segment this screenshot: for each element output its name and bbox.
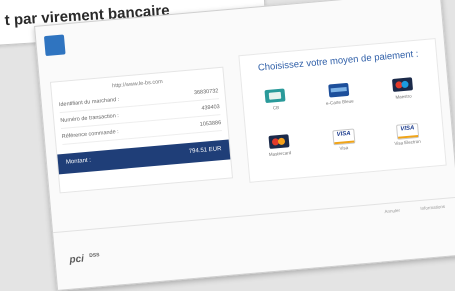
payment-option-visa-electron[interactable]: VISA Visa Electron: [384, 122, 431, 160]
e-carte-bleue-icon: [328, 82, 350, 98]
transaction-number-label: Numéro de transaction :: [60, 112, 120, 125]
dss-badge-text: DSS: [88, 252, 100, 260]
payment-option-maestro[interactable]: Maestro: [380, 76, 427, 114]
payment-option-mastercard[interactable]: Mastercard: [257, 133, 304, 171]
maestro-icon: [391, 77, 414, 92]
payment-methods-title: Choisissez votre moyen de paiement :: [257, 48, 419, 74]
cancel-link[interactable]: Annuler: [384, 208, 400, 214]
payment-methods-panel: Choisissez votre moyen de paiement : CB …: [238, 38, 447, 183]
payment-option-label: e-Carte Bleue: [325, 98, 354, 106]
cb-card-icon: [264, 88, 286, 104]
payment-option-visa[interactable]: VISA Visa: [320, 128, 367, 166]
amount-value: 794.51 EUR: [188, 146, 222, 155]
merchant-id-value: 36830732: [193, 88, 219, 97]
payment-option-label: Visa: [339, 145, 349, 151]
payment-option-cb[interactable]: CB: [253, 87, 300, 125]
payment-option-label: CB: [272, 104, 280, 111]
visa-icon: VISA: [332, 128, 356, 146]
payment-option-e-carte-bleue[interactable]: e-Carte Bleue: [316, 82, 363, 120]
payment-option-label: Mastercard: [268, 150, 292, 158]
amount-bar: Montant : 794.51 EUR: [57, 139, 231, 175]
information-link[interactable]: Informations: [420, 204, 445, 211]
footer-divider: [53, 196, 455, 234]
amount-label: Montant :: [65, 157, 92, 166]
pci-dss-badge: pci DSS: [69, 252, 100, 267]
order-reference-value: 1053886: [199, 120, 222, 128]
payment-option-label: Visa Electron: [394, 138, 421, 147]
payment-option-label: Maestro: [395, 93, 412, 100]
transaction-number-value: 439403: [201, 104, 221, 112]
pci-badge-text: pci: [69, 253, 85, 266]
visa-electron-icon: VISA: [395, 122, 420, 140]
order-summary-panel: http://www.le-bs.com Identifiant du marc…: [49, 66, 234, 194]
mastercard-icon: [268, 134, 290, 149]
order-reference-label: Référence commande :: [61, 129, 119, 140]
bank-logo-icon: [43, 34, 66, 57]
payment-window: http://www.le-bs.com Identifiant du marc…: [34, 0, 455, 291]
merchant-id-label: Identifiant du marchand :: [58, 96, 120, 109]
